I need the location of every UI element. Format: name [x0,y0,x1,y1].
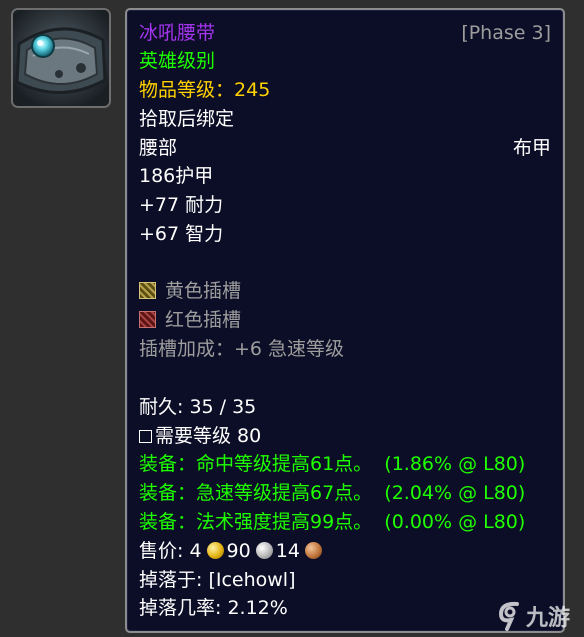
nine-game-logo-icon [498,601,519,631]
socket-red-row: 红色插槽 [139,306,551,334]
slot-row: 腰部 布甲 [139,134,551,162]
equip-effect-hit: 装备：命中等级提高61点。 (1.86% @ L80) [139,450,551,478]
required-level: 需要等级 80 [155,425,262,447]
slot-label: 腰部 [139,137,178,159]
equip-effect-value: (2.04% @ L80) [384,482,526,504]
item-level-value: 245 [234,79,271,101]
socket-bonus: 插槽加成：+6 急速等级 [139,338,345,360]
yellow-socket-icon [139,282,156,299]
equip-effect-text: 装备：命中等级提高61点。 [139,453,373,475]
equip-effect-spellpower: 装备：法术强度提高99点。 (0.00% @ L80) [139,508,551,536]
copper-coin-icon [304,542,322,559]
item-level-label: 物品等级： [139,79,235,101]
socket-yellow-label: 黄色插槽 [165,280,242,302]
dropped-by: 掉落于: [Icehowl] [139,569,296,591]
item-name-row: 冰吼腰带 [Phase 3] [139,19,551,47]
silver-amount: 90 [226,540,251,562]
checkbox-icon[interactable] [139,430,152,443]
gold-amount: 4 [189,540,202,562]
sell-price-row: 售价: 4 90 14 [139,537,551,565]
sell-price-label: 售价: [139,540,190,562]
red-socket-icon [139,311,156,328]
equip-effect-text: 装备：急速等级提高67点。 [139,482,373,504]
item-level-row: 物品等级：245 [139,76,551,104]
armor-value: 186护甲 [139,165,214,187]
gold-coin-icon [206,542,224,559]
equip-effect-text: 装备：法术强度提高99点。 [139,511,373,533]
item-quality: 英雄级别 [139,50,216,72]
durability: 耐久: 35 / 35 [139,396,257,418]
socket-red-label: 红色插槽 [165,309,242,331]
socket-yellow-row: 黄色插槽 [139,277,551,305]
equip-effect-value: (1.86% @ L80) [384,453,526,475]
item-icon-frame[interactable] [11,8,111,108]
copper-amount: 14 [275,540,300,562]
item-name: 冰吼腰带 [139,22,216,44]
watermark-logo: 九游 [497,596,570,636]
bind-text: 拾取后绑定 [139,108,235,130]
stat-intellect: +67 智力 [139,223,224,245]
phase-label: [Phase 3] [461,22,551,44]
equip-effect-haste: 装备：急速等级提高67点。 (2.04% @ L80) [139,479,551,507]
stat-stamina: +77 耐力 [139,194,224,216]
drop-rate: 掉落几率: 2.12% [139,597,288,619]
silver-coin-icon [255,542,273,559]
equip-effect-value: (0.00% @ L80) [384,511,526,533]
required-level-row: 需要等级 80 [139,422,551,450]
item-tooltip: 冰吼腰带 [Phase 3] 英雄级别 物品等级：245 拾取后绑定 腰部 布甲… [125,8,565,633]
watermark-text: 九游 [526,606,571,631]
belt-icon [13,10,109,106]
armor-type-label: 布甲 [512,137,551,159]
